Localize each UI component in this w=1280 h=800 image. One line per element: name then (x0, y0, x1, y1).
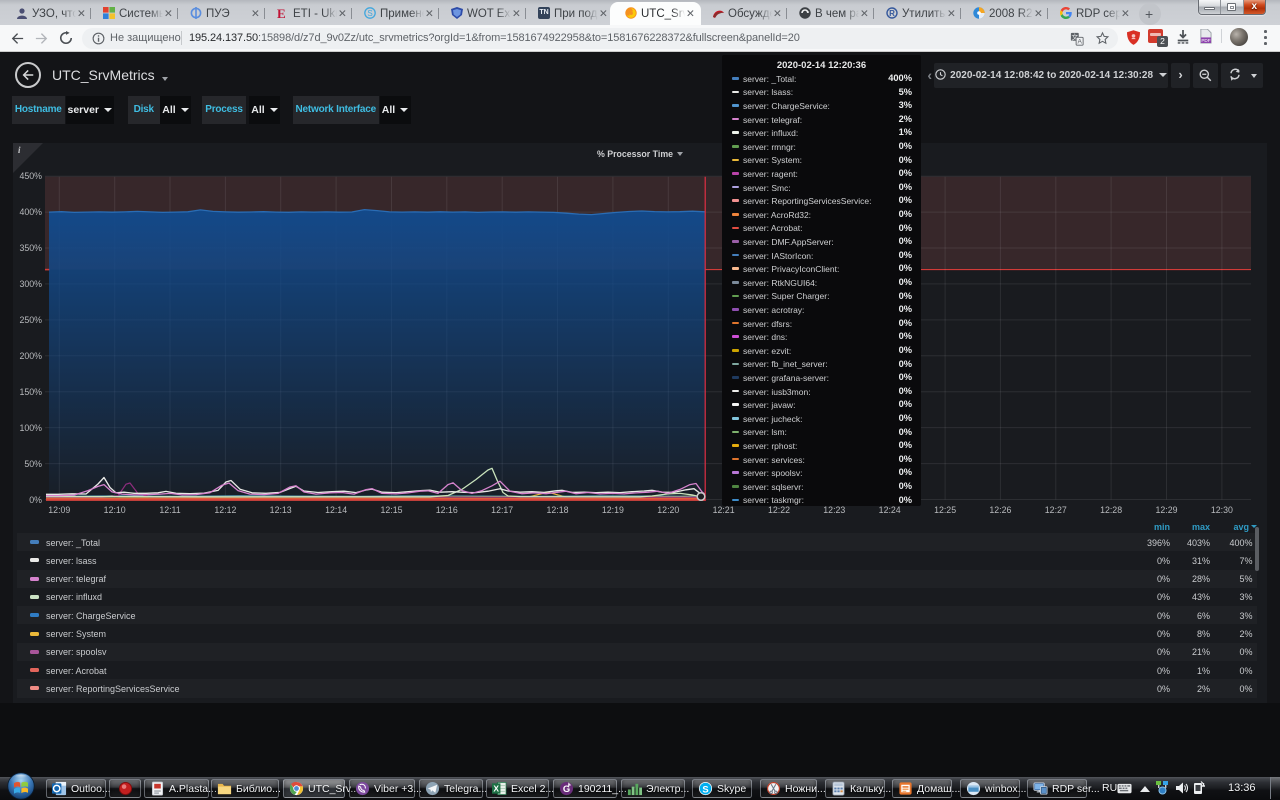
svg-text:X: X (493, 783, 499, 793)
svg-text:PDF: PDF (1201, 38, 1210, 43)
svg-text:S: S (367, 9, 372, 18)
svg-text:A: A (1077, 38, 1082, 45)
svg-text:S: S (702, 784, 708, 794)
svg-text:R: R (889, 9, 895, 18)
